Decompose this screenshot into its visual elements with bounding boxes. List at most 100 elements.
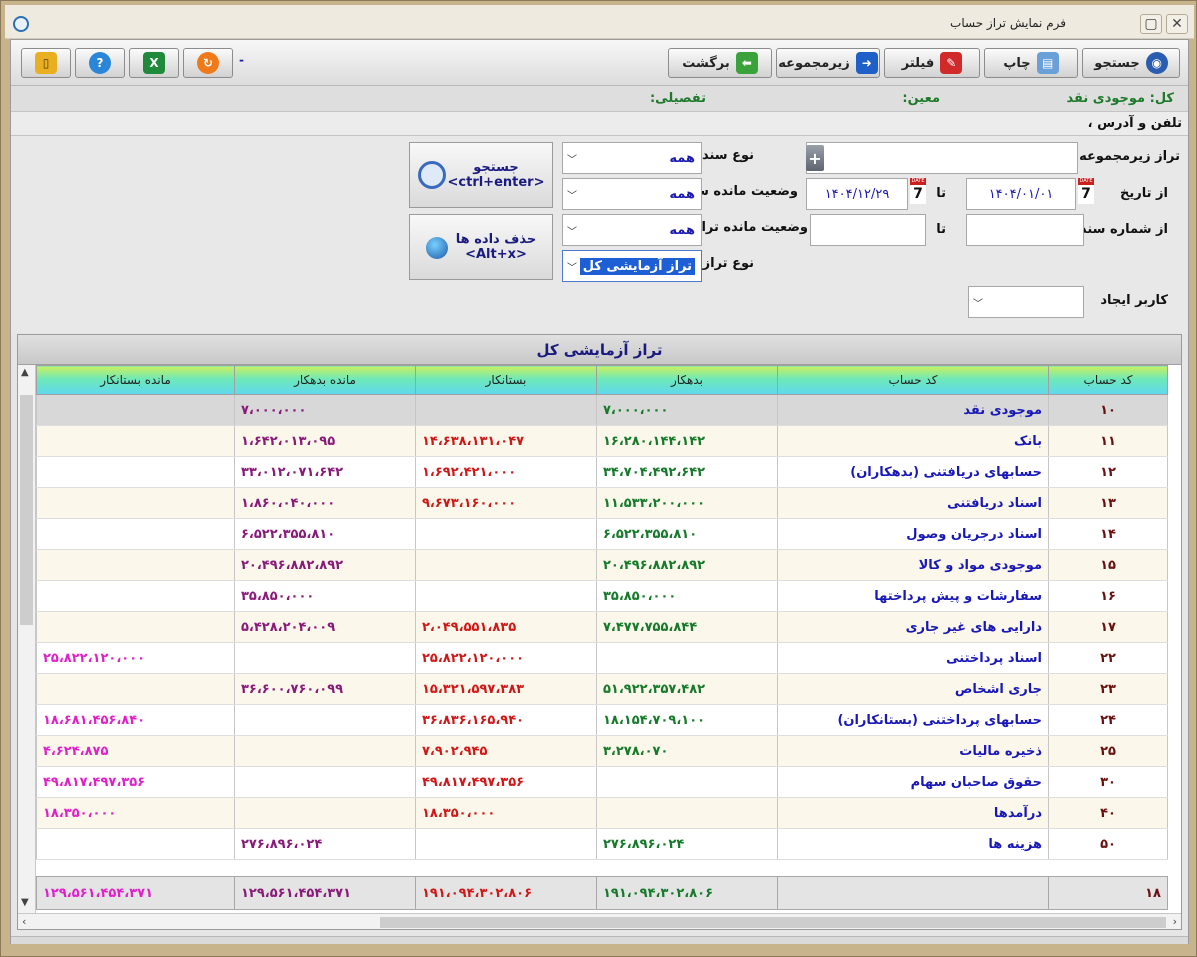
subgroup-add-button[interactable]: + <box>806 145 824 171</box>
table-row[interactable]: ۲۲ اسناد پرداختنی ۲۵،۸۲۲،۱۲۰،۰۰۰ ۲۵،۸۲۲،۱۲۰… <box>36 642 1168 674</box>
app-icon <box>13 16 29 32</box>
subgroup-balance-field[interactable] <box>806 142 1078 174</box>
table-row[interactable]: ۵۰ هزینه ها ۲۷۶،۸۹۶،۰۲۴ ۲۷۶،۸۹۶،۰۲۴ <box>36 828 1168 860</box>
from-date-calendar-icon[interactable]: DATE 7 <box>1078 178 1094 204</box>
exit-button[interactable]: ▯ <box>21 48 71 78</box>
table-row[interactable]: ۱۴ اسناد درجریان وصول ۶،۵۲۲،۳۵۵،۸۱۰ ۶،۵۲۲،۳… <box>36 518 1168 550</box>
cell-name: ذخیره مالیات <box>777 735 1049 767</box>
cell-rem-debit <box>234 704 416 736</box>
horizontal-scrollbar[interactable]: ‹ › <box>18 913 1181 929</box>
cell-credit: ۲۵،۸۲۲،۱۲۰،۰۰۰ <box>415 642 597 674</box>
table-row[interactable]: ۱۱ بانک ۱۶،۲۸۰،۱۴۴،۱۴۲ ۱۴،۶۳۸،۱۳۱،۰۴۷ ۱،۶۴۲،… <box>36 425 1168 457</box>
cell-rem-debit: ۲۷۶،۸۹۶،۰۲۴ <box>234 828 416 860</box>
col-header-name[interactable]: کد حساب <box>777 365 1049 395</box>
cell-code: ۴۰ <box>1048 797 1168 829</box>
table-row[interactable]: ۲۴ حسابهای پرداختنی (بستانکاران) ۱۸،۱۵۴،۷۰… <box>36 704 1168 736</box>
close-button[interactable]: ✕ <box>1166 14 1188 34</box>
cell-credit: ۱،۶۹۲،۴۲۱،۰۰۰ <box>415 456 597 488</box>
help-button[interactable]: ? <box>75 48 125 78</box>
table-row[interactable]: ۱۲ حسابهای دریافتنی (بدهکاران) ۳۴،۷۰۴،۴۹۲،… <box>36 456 1168 488</box>
table-row[interactable]: ۱۳ اسناد دریافتنی ۱۱،۵۳۳،۲۰۰،۰۰۰ ۹،۶۷۳،۱۶۰،… <box>36 487 1168 519</box>
close-icon: ✕ <box>1171 16 1183 32</box>
to-date-field[interactable]: ۱۴۰۴/۱۲/۲۹ <box>806 178 908 210</box>
search-action-button[interactable]: جستجو <ctrl+enter> <box>409 142 553 208</box>
filter-button-label: فیلتر <box>901 55 935 71</box>
from-date-field[interactable]: ۱۴۰۴/۰۱/۰۱ <box>966 178 1076 210</box>
back-button[interactable]: ⬅ برگشت <box>668 48 772 78</box>
cell-debit: ۷،۰۰۰،۰۰۰ <box>596 394 778 426</box>
from-date-label: از تاریخ <box>1120 186 1168 201</box>
to-doc-no-field[interactable] <box>810 214 926 246</box>
balance-type-label: نوع تراز <box>702 256 754 271</box>
balance-type-select[interactable]: تراز آزمایشی کل ﹀ <box>562 250 702 282</box>
excel-export-button[interactable]: X <box>129 48 179 78</box>
subgroup-button[interactable]: ➜ زیرمجموعه <box>776 48 880 78</box>
table-row[interactable]: ۳۰ حقوق صاحبان سهام ۴۹،۸۱۷،۴۹۷،۳۵۶ ۴۹،۸۱۷،۴… <box>36 766 1168 798</box>
cell-rem-credit <box>36 828 235 860</box>
cell-rem-debit: ۲۰،۴۹۶،۸۸۲،۸۹۲ <box>234 549 416 581</box>
col-header-debit[interactable]: بدهکار <box>596 365 778 395</box>
cell-credit: ۲،۰۴۹،۵۵۱،۸۳۵ <box>415 611 597 643</box>
cell-rem-debit: ۱،۸۶۰،۰۴۰،۰۰۰ <box>234 487 416 519</box>
col-header-rem-credit[interactable]: مانده بستانکار <box>36 365 235 395</box>
col-header-code[interactable]: کد حساب <box>1048 365 1168 395</box>
doc-type-select[interactable]: همه ﹀ <box>562 142 702 174</box>
cell-debit: ۵۱،۹۲۲،۳۵۷،۴۸۲ <box>596 673 778 705</box>
to-date-label: تا <box>936 186 946 201</box>
moin-label: معین: <box>902 91 940 106</box>
chevron-down-icon: ﹀ <box>973 298 983 310</box>
horizontal-scroll-thumb[interactable] <box>380 917 1166 928</box>
cell-debit: ۱۱،۵۳۳،۲۰۰،۰۰۰ <box>596 487 778 519</box>
vertical-scrollbar[interactable]: ▲ ▼ <box>18 365 36 913</box>
magnifier-icon <box>418 161 446 189</box>
col-header-rem-debit[interactable]: مانده بدهکار <box>234 365 416 395</box>
table-row[interactable]: ۲۵ ذخیره مالیات ۳،۲۷۸،۰۷۰ ۷،۹۰۲،۹۴۵ ۴،۶۲۴،۸۷… <box>36 735 1168 767</box>
cell-rem-credit: ۴۹،۸۱۷،۴۹۷،۳۵۶ <box>36 766 235 798</box>
maximize-button[interactable]: ▢ <box>1140 14 1162 34</box>
cell-rem-debit: ۶،۵۲۲،۳۵۵،۸۱۰ <box>234 518 416 550</box>
col-header-credit[interactable]: بستانکار <box>415 365 597 395</box>
cell-credit: ۳۶،۸۳۶،۱۶۵،۹۴۰ <box>415 704 597 736</box>
table-row[interactable]: ۱۵ موجودی مواد و کالا ۲۰،۴۹۶،۸۸۲،۸۹۲ ۲۰،۴۹۶… <box>36 549 1168 581</box>
cell-code: ۱۴ <box>1048 518 1168 550</box>
balance-remain-status-select[interactable]: همه ﹀ <box>562 214 702 246</box>
scroll-left-icon[interactable]: ‹ <box>22 915 26 928</box>
excel-icon: X <box>143 52 165 74</box>
creator-label: کاربر ایجاد <box>1100 293 1168 308</box>
table-row[interactable]: ۱۶ سفارشات و پیش پرداختها ۳۵،۸۵۰،۰۰۰ ۳۵،۸۵۰… <box>36 580 1168 612</box>
table-row[interactable]: ۴۰ درآمدها ۱۸،۳۵۰،۰۰۰ ۱۸،۳۵۰،۰۰۰ <box>36 797 1168 829</box>
table-row[interactable]: ۱۷ دارایی های غیر جاری ۷،۴۷۷،۷۵۵،۸۴۴ ۲،۰۴۹،… <box>36 611 1168 643</box>
cell-rem-credit <box>36 518 235 550</box>
table-row[interactable]: ۲۳ جاری اشخاص ۵۱،۹۲۲،۳۵۷،۴۸۲ ۱۵،۳۲۱،۵۹۷،۳۸۳… <box>36 673 1168 705</box>
creator-select[interactable]: ﹀ <box>968 286 1084 318</box>
refresh-button[interactable]: ↻ <box>183 48 233 78</box>
filter-button[interactable]: ✎ فیلتر <box>884 48 980 78</box>
cell-debit <box>596 642 778 674</box>
table-row[interactable]: ۱۰ موجودی نقد ۷،۰۰۰،۰۰۰ ۷،۰۰۰،۰۰۰ <box>36 394 1168 426</box>
cell-code: ۱۲ <box>1048 456 1168 488</box>
search-button[interactable]: ◉ جستجو <box>1082 48 1180 78</box>
cell-rem-credit <box>36 487 235 519</box>
cell-credit: ۷،۹۰۲،۹۴۵ <box>415 735 597 767</box>
scroll-right-icon[interactable]: › <box>1173 915 1177 928</box>
tafsili-label: تفصیلی: <box>649 91 706 106</box>
from-doc-no-field[interactable] <box>966 214 1084 246</box>
filter-icon: ✎ <box>940 52 963 74</box>
cell-rem-credit: ۲۵،۸۲۲،۱۲۰،۰۰۰ <box>36 642 235 674</box>
cell-credit <box>415 549 597 581</box>
cell-debit: ۶،۵۲۲،۳۵۵،۸۱۰ <box>596 518 778 550</box>
doc-remain-status-select[interactable]: همه ﹀ <box>562 178 702 210</box>
cell-credit <box>415 394 597 426</box>
delete-data-button[interactable]: حذف داده ها <Alt+x> <box>409 214 553 280</box>
footer-rem-credit: ۱۲۹،۵۶۱،۴۵۴،۳۷۱ <box>36 876 235 910</box>
toolbar: ◉ جستجو ▤ چاپ ✎ فیلتر ➜ زیرمجموعه ⬅ برگش… <box>11 40 1188 86</box>
cell-rem-credit <box>36 673 235 705</box>
vertical-scroll-thumb[interactable] <box>20 395 33 625</box>
print-button[interactable]: ▤ چاپ <box>984 48 1078 78</box>
to-date-calendar-icon[interactable]: DATE 7 <box>910 178 926 204</box>
cell-debit: ۳۵،۸۵۰،۰۰۰ <box>596 580 778 612</box>
scroll-down-icon[interactable]: ▼ <box>21 897 29 908</box>
cell-rem-credit: ۴،۶۲۴،۸۷۵ <box>36 735 235 767</box>
cell-code: ۱۰ <box>1048 394 1168 426</box>
scroll-up-icon[interactable]: ▲ <box>21 367 29 378</box>
